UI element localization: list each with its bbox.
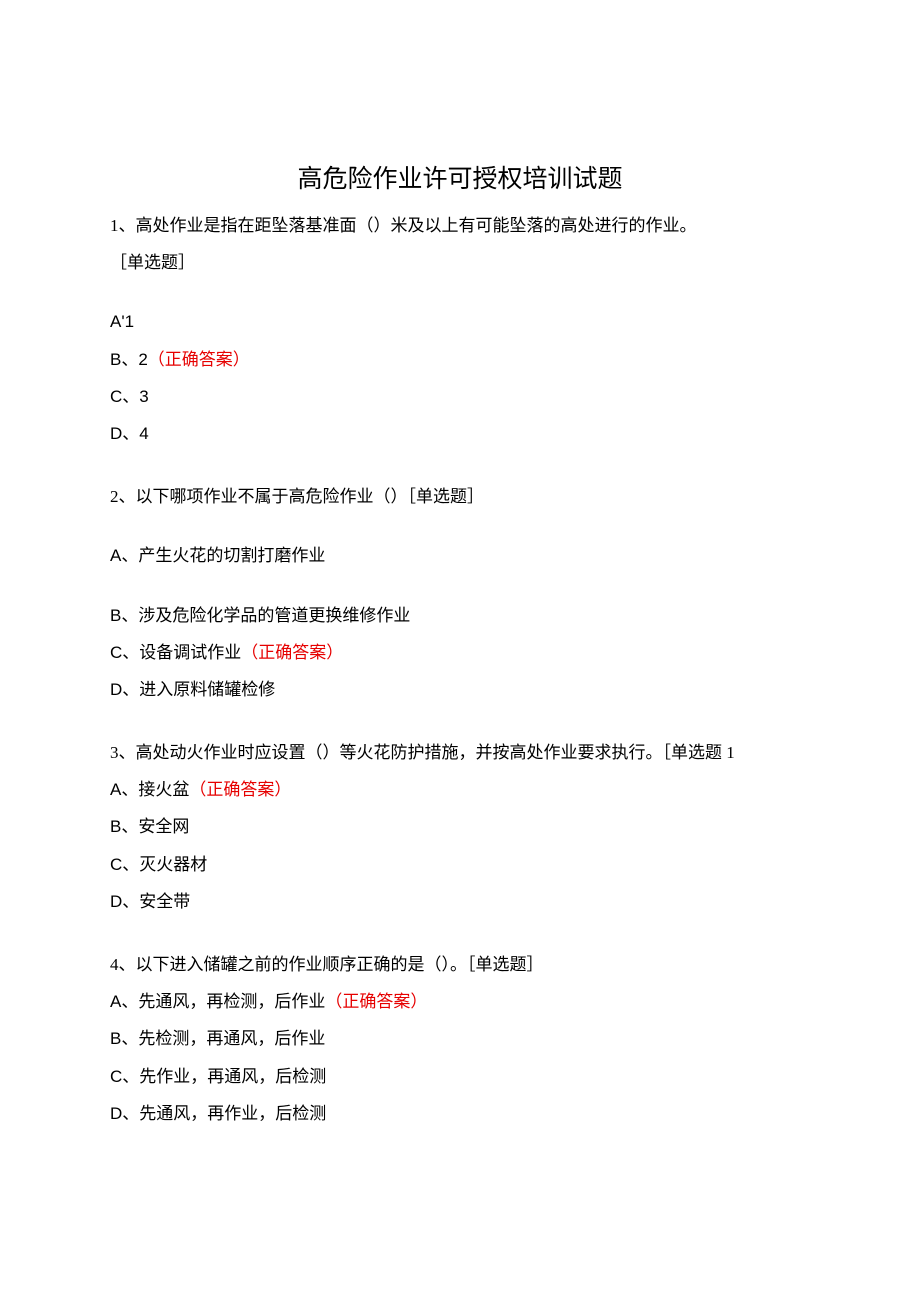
option-text: 安全带 (139, 892, 190, 911)
option: A、先通风，再检测，后作业（正确答案） (110, 988, 810, 1015)
question-stem: 1、高处作业是指在距坠落基准面（）米及以上有可能坠落的高处进行的作业。 (110, 212, 810, 239)
document-title: 高危险作业许可授权培训试题 (110, 160, 810, 200)
option: C、先作业，再通风，后检测 (110, 1063, 810, 1090)
question-type-label: ［单选题］ (110, 249, 810, 276)
option-text: 先作业，再通风，后检测 (139, 1067, 326, 1086)
option: D、4 (110, 420, 810, 447)
document-page: 高危险作业许可授权培训试题 1、高处作业是指在距坠落基准面（）米及以上有可能坠落… (0, 0, 920, 1301)
option-text: 先通风，再作业，后检测 (139, 1104, 326, 1123)
correct-answer-marker: （正确答案） (148, 350, 250, 369)
option-label: A'1 (110, 312, 134, 331)
option-text: 先通风，再检测，后作业 (138, 992, 325, 1011)
option-text: 灭火器材 (139, 855, 207, 874)
option: C、3 (110, 383, 810, 410)
option-text: 先检测，再通风，后作业 (138, 1029, 325, 1048)
option-label: C、3 (110, 387, 149, 406)
option-text: 涉及危险化学品的管道更换维修作业 (138, 606, 410, 625)
option-prefix: A、 (110, 546, 138, 565)
option-prefix: D、 (110, 680, 139, 699)
option: B、先检测，再通风，后作业 (110, 1025, 810, 1052)
option: A'1 (110, 308, 810, 335)
option: C、灭火器材 (110, 851, 810, 878)
option-label: B、2 (110, 350, 148, 369)
option-prefix: C、 (110, 1067, 139, 1086)
option-label: D、4 (110, 424, 149, 443)
option: A、产生火花的切割打磨作业 (110, 542, 810, 569)
option-text: 设备调试作业 (139, 643, 241, 662)
option-text: 安全网 (138, 817, 189, 836)
question-stem: 4、以下进入储罐之前的作业顺序正确的是（）。［单选题］ (110, 951, 810, 978)
option: B、2（正确答案） (110, 346, 810, 373)
option: D、安全带 (110, 888, 810, 915)
question-stem: 2、以下哪项作业不属于高危险作业（）［单选题］ (110, 483, 810, 510)
option-text: 产生火花的切割打磨作业 (138, 546, 325, 565)
option: D、进入原料储罐检修 (110, 676, 810, 703)
option: C、设备调试作业（正确答案） (110, 639, 810, 666)
question-stem: 3、高处动火作业时应设置（）等火花防护措施，并按高处作业要求执行。［单选题 1 (110, 739, 810, 766)
option-text: 接火盆 (138, 780, 189, 799)
option-prefix: B、 (110, 1029, 138, 1048)
option-text: 进入原料储罐检修 (139, 680, 275, 699)
correct-answer-marker: （正确答案） (189, 780, 291, 799)
option-prefix: C、 (110, 643, 139, 662)
option-prefix: D、 (110, 1104, 139, 1123)
option-prefix: A、 (110, 992, 138, 1011)
correct-answer-marker: （正确答案） (241, 643, 343, 662)
option: B、涉及危险化学品的管道更换维修作业 (110, 602, 810, 629)
correct-answer-marker: （正确答案） (325, 992, 427, 1011)
option-prefix: B、 (110, 817, 138, 836)
option: B、安全网 (110, 813, 810, 840)
option-prefix: C、 (110, 855, 139, 874)
option-prefix: B、 (110, 606, 138, 625)
option-prefix: A、 (110, 780, 138, 799)
option-prefix: D、 (110, 892, 139, 911)
option: D、先通风，再作业，后检测 (110, 1100, 810, 1127)
option: A、接火盆（正确答案） (110, 776, 810, 803)
